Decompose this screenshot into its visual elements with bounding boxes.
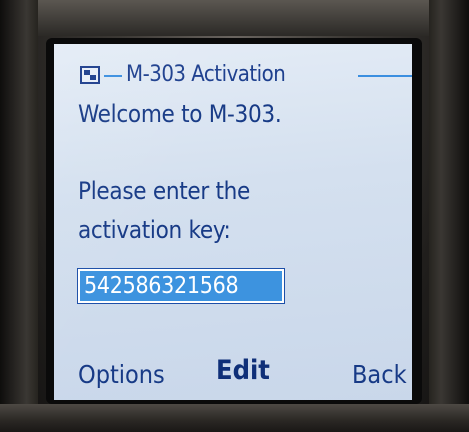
activation-key-value: 542586321568	[84, 273, 239, 299]
phone-right-bezel	[429, 0, 469, 432]
phone-top-bezel	[30, 0, 440, 36]
options-softkey[interactable]: Options	[78, 360, 165, 389]
phone-left-bezel	[0, 0, 38, 432]
activation-key-input[interactable]: 542586321568	[77, 268, 285, 304]
window-title: M-303 Activation	[126, 62, 286, 87]
prompt-line-1: Please enter the	[78, 177, 251, 205]
welcome-text: Welcome to M-303.	[78, 100, 282, 128]
edit-softkey[interactable]: Edit	[216, 355, 270, 386]
prompt-line-2: activation key:	[78, 216, 231, 244]
title-divider-left	[104, 75, 122, 77]
title-divider-right	[358, 75, 412, 77]
phone-bottom-bezel	[0, 404, 469, 432]
title-bar: M-303 Activation	[74, 62, 412, 92]
app-window-icon	[80, 66, 100, 84]
phone-screen: M-303 Activation Welcome to M-303. Pleas…	[54, 44, 412, 400]
back-softkey[interactable]: Back	[352, 360, 407, 389]
phone-device: M-303 Activation Welcome to M-303. Pleas…	[0, 0, 469, 432]
